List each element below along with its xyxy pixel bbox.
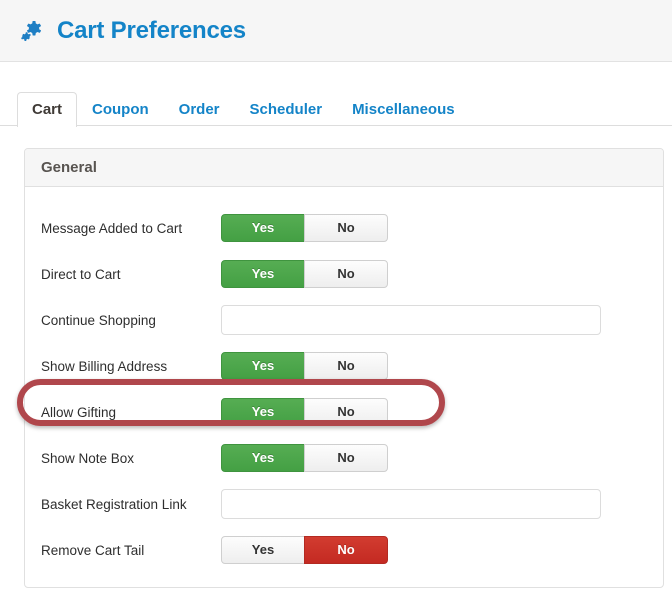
label-show-note-box: Show Note Box <box>41 450 135 466</box>
form-row-remove-cart-tail: Remove Cart Tail Yes No <box>25 527 663 573</box>
label-basket-registration-link: Basket Registration Link <box>41 496 187 512</box>
toggle-show-billing-address[interactable]: Yes No <box>221 352 388 380</box>
tab-coupon[interactable]: Coupon <box>77 92 164 127</box>
panel-heading: General <box>25 149 663 187</box>
toggle-allow-gifting-no[interactable]: No <box>304 398 388 426</box>
form-row-basket-registration-link: Basket Registration Link <box>25 481 663 527</box>
input-basket-registration-link[interactable] <box>221 489 601 519</box>
form-row-allow-gifting: Allow Gifting Yes No <box>25 389 663 435</box>
label-remove-cart-tail: Remove Cart Tail <box>41 542 145 558</box>
toggle-remove-cart-tail[interactable]: Yes No <box>221 536 388 564</box>
toggle-direct-to-cart-yes[interactable]: Yes <box>221 260 305 288</box>
input-continue-shopping[interactable] <box>221 305 601 335</box>
toggle-remove-cart-tail-yes[interactable]: Yes <box>221 536 305 564</box>
field-show-note-box: Yes No <box>221 444 663 472</box>
toggle-show-billing-address-yes[interactable]: Yes <box>221 352 305 380</box>
tab-bar: Cart Coupon Order Scheduler Miscellaneous <box>0 86 672 127</box>
label-continue-shopping: Continue Shopping <box>41 312 156 328</box>
toggle-show-note-box[interactable]: Yes No <box>221 444 388 472</box>
cogs-icon <box>21 20 42 41</box>
toggle-show-billing-address-no[interactable]: No <box>304 352 388 380</box>
general-settings-panel: General Message Added to Cart Yes No Direct… <box>24 148 664 588</box>
form-row-message-added-to-cart: Message Added to Cart Yes No <box>25 205 663 251</box>
tab-scheduler[interactable]: Scheduler <box>235 92 338 127</box>
panel-heading-title: General <box>41 159 97 176</box>
label-show-billing-address: Show Billing Address <box>41 358 168 374</box>
form-row-continue-shopping: Continue Shopping <box>25 297 663 343</box>
toggle-allow-gifting[interactable]: Yes No <box>221 398 388 426</box>
field-allow-gifting: Yes No <box>221 398 663 426</box>
field-remove-cart-tail: Yes No <box>221 536 663 564</box>
form-row-show-billing-address: Show Billing Address Yes No <box>25 343 663 389</box>
tab-order[interactable]: Order <box>164 92 235 127</box>
page-header: Cart Preferences <box>0 0 672 62</box>
toggle-show-note-box-yes[interactable]: Yes <box>221 444 305 472</box>
toggle-remove-cart-tail-no[interactable]: No <box>304 536 388 564</box>
field-direct-to-cart: Yes No <box>221 260 663 288</box>
form-row-direct-to-cart: Direct to Cart Yes No <box>25 251 663 297</box>
form-row-show-note-box: Show Note Box Yes No <box>25 435 663 481</box>
field-show-billing-address: Yes No <box>221 352 663 380</box>
tab-cart[interactable]: Cart <box>17 92 78 127</box>
panel-body: Message Added to Cart Yes No Direct to Cart… <box>25 187 663 573</box>
field-basket-registration-link <box>221 489 663 519</box>
field-message-added-to-cart: Yes No <box>221 214 663 242</box>
label-allow-gifting: Allow Gifting <box>41 404 117 420</box>
toggle-message-added-to-cart-no[interactable]: No <box>304 214 388 242</box>
toggle-message-added-to-cart[interactable]: Yes No <box>221 214 388 242</box>
label-direct-to-cart: Direct to Cart <box>41 266 121 282</box>
toggle-direct-to-cart[interactable]: Yes No <box>221 260 388 288</box>
field-continue-shopping <box>221 305 663 335</box>
toggle-show-note-box-no[interactable]: No <box>304 444 388 472</box>
tab-miscellaneous[interactable]: Miscellaneous <box>337 92 470 127</box>
page-title: Cart Preferences <box>57 16 246 44</box>
toggle-direct-to-cart-no[interactable]: No <box>304 260 388 288</box>
toggle-message-added-to-cart-yes[interactable]: Yes <box>221 214 305 242</box>
label-message-added-to-cart: Message Added to Cart <box>41 220 183 236</box>
toggle-allow-gifting-yes[interactable]: Yes <box>221 398 305 426</box>
tab-list: Cart Coupon Order Scheduler Miscellaneous <box>17 86 672 127</box>
